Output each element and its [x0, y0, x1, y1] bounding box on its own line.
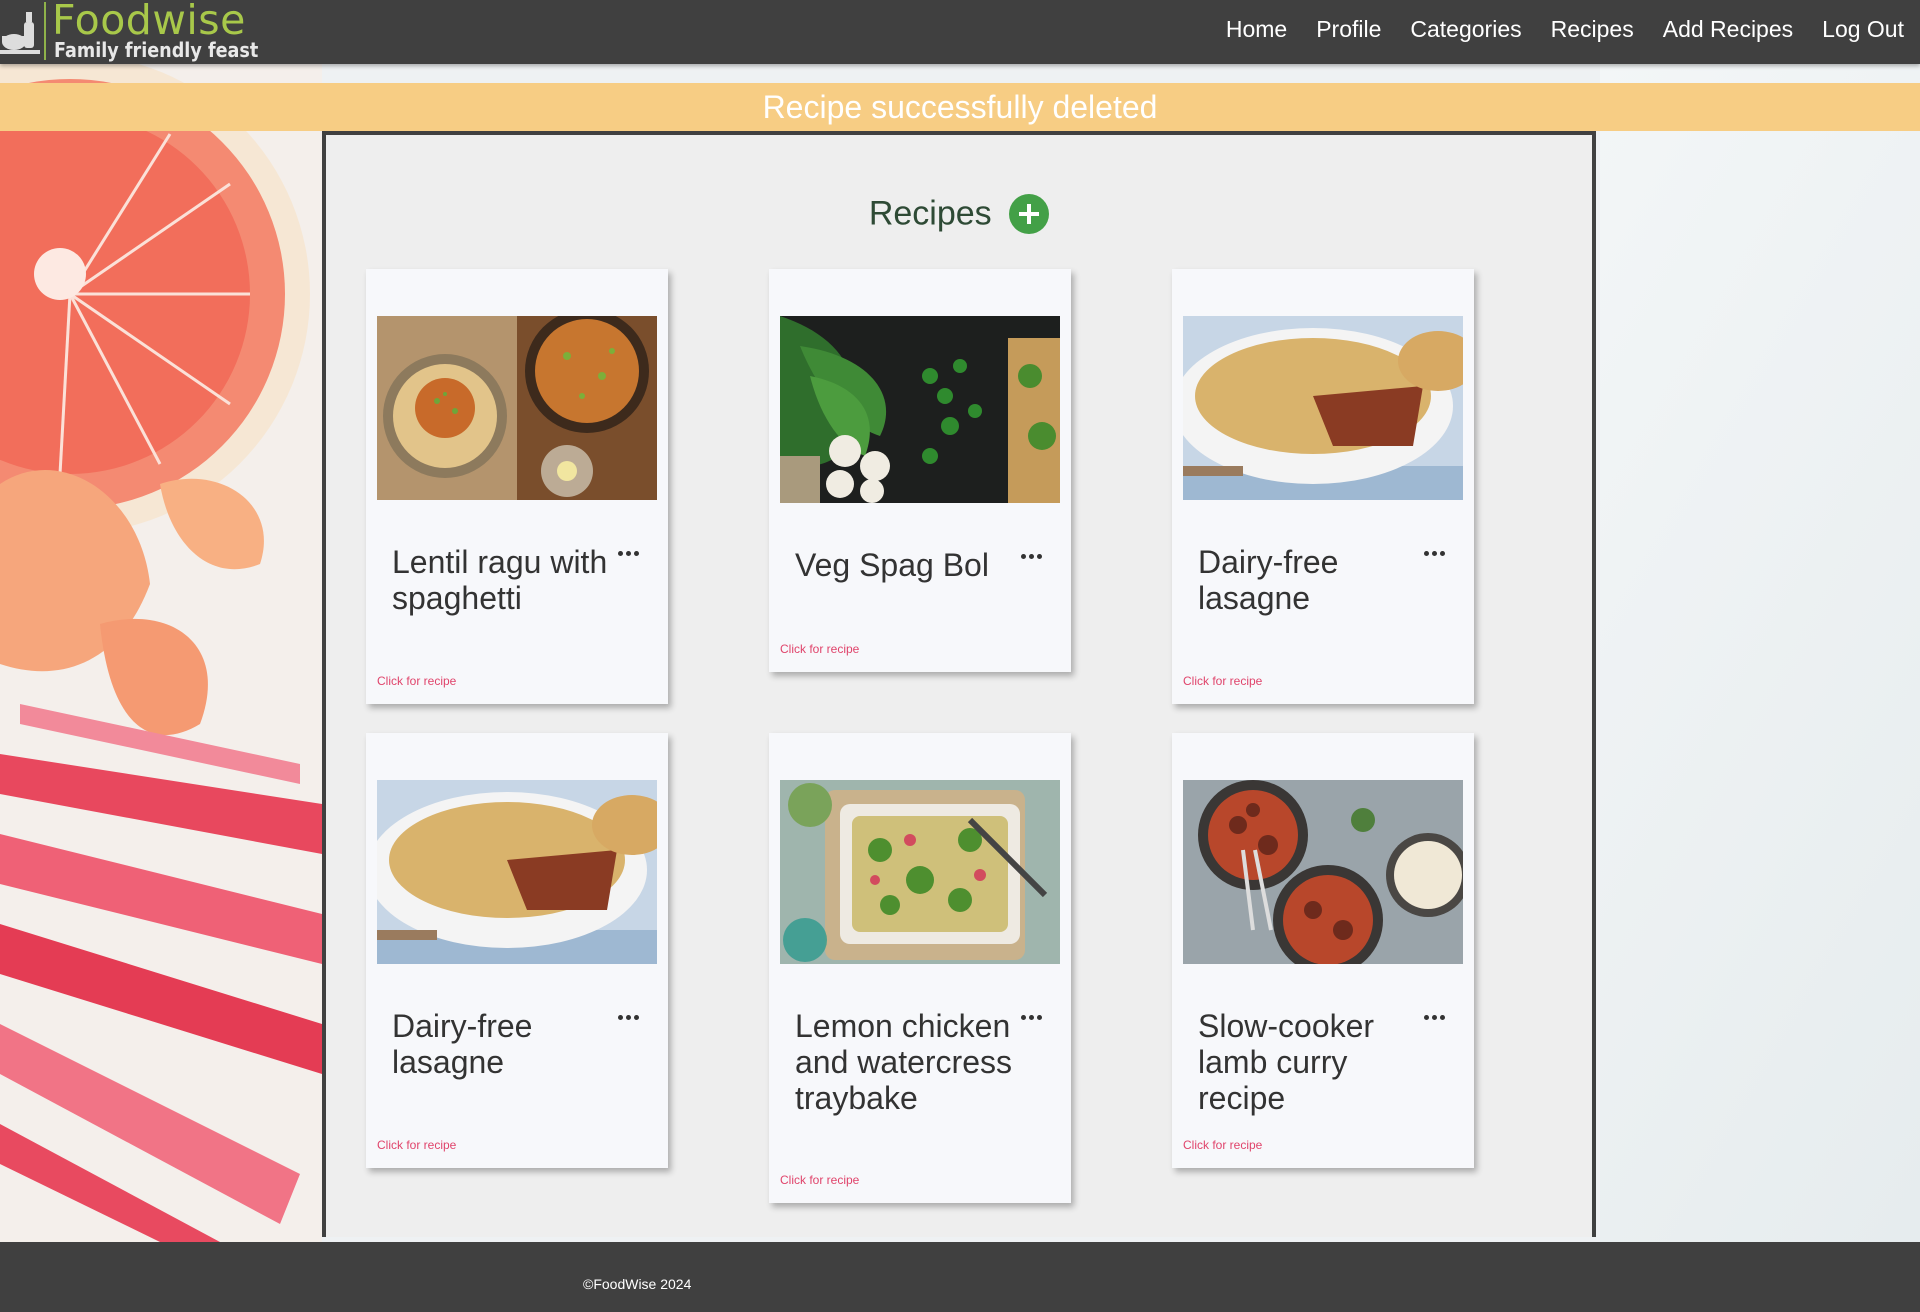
nav-add-recipes[interactable]: Add Recipes	[1663, 16, 1793, 43]
nav-categories[interactable]: Categories	[1410, 16, 1521, 43]
success-alert: Recipe successfully deleted	[0, 83, 1920, 131]
recipe-title: Slow-cooker lamb curry recipe	[1198, 1008, 1375, 1116]
logo-kitchen-icon	[0, 12, 40, 54]
lasagne-image	[1183, 316, 1463, 500]
more-options-icon[interactable]	[618, 547, 642, 559]
traybake-image	[780, 780, 1060, 964]
more-options-icon[interactable]	[1424, 547, 1448, 559]
recipe-title: Veg Spag Bol	[795, 547, 989, 583]
recipe-title: Lemon chicken and watercress traybake	[795, 1008, 1012, 1116]
nav-profile[interactable]: Profile	[1316, 16, 1381, 43]
recipe-card[interactable]: Lentil ragu with spaghetti Click for rec…	[366, 269, 668, 704]
recipe-link[interactable]: Click for recipe	[780, 1173, 859, 1187]
nav-log-out[interactable]: Log Out	[1822, 16, 1904, 43]
recipe-card[interactable]: Lemon chicken and watercress traybake Cl…	[769, 733, 1071, 1203]
lasagne-image	[377, 780, 657, 964]
recipe-card[interactable]: Veg Spag Bol Click for recipe	[769, 269, 1071, 672]
main-nav: Home Profile Categories Recipes Add Reci…	[1197, 16, 1904, 43]
logo-divider	[44, 2, 46, 60]
page-footer: ©FoodWise 2024	[0, 1242, 1920, 1312]
recipe-card[interactable]: Dairy-free lasagne Click for recipe	[366, 733, 668, 1168]
logo-tagline: Family friendly feast	[54, 38, 259, 62]
recipes-panel: Recipes Lentil ragu with spaghetti Click…	[322, 131, 1596, 1237]
more-options-icon[interactable]	[1021, 550, 1045, 562]
recipes-heading: Recipes	[326, 193, 1592, 235]
more-options-icon[interactable]	[1021, 1011, 1045, 1023]
recipe-link[interactable]: Click for recipe	[377, 674, 456, 688]
recipe-title: Dairy-free lasagne	[1198, 544, 1339, 616]
lentil-ragu-image	[377, 316, 657, 500]
recipe-link[interactable]: Click for recipe	[780, 642, 859, 656]
recipe-link[interactable]: Click for recipe	[1183, 674, 1262, 688]
recipe-link[interactable]: Click for recipe	[377, 1138, 456, 1152]
page-title: Recipes	[868, 194, 992, 233]
top-navbar: Foodwise Family friendly feast Home Prof…	[0, 0, 1920, 64]
copyright-text: ©FoodWise 2024	[583, 1276, 692, 1292]
lamb-curry-image	[1183, 780, 1463, 964]
background-light-area	[1600, 64, 1920, 1242]
add-recipe-button[interactable]	[1009, 194, 1050, 235]
recipe-title: Dairy-free lasagne	[392, 1008, 533, 1080]
more-options-icon[interactable]	[1424, 1011, 1448, 1023]
herbs-garlic-image	[780, 316, 1060, 503]
nav-recipes[interactable]: Recipes	[1551, 16, 1634, 43]
recipe-card[interactable]: Slow-cooker lamb curry recipe Click for …	[1172, 733, 1474, 1168]
recipe-card[interactable]: Dairy-free lasagne Click for recipe	[1172, 269, 1474, 704]
background-fruit-image	[0, 64, 322, 1242]
nav-home[interactable]: Home	[1226, 16, 1287, 43]
recipe-link[interactable]: Click for recipe	[1183, 1138, 1262, 1152]
more-options-icon[interactable]	[618, 1011, 642, 1023]
recipe-title: Lentil ragu with spaghetti	[392, 544, 608, 616]
